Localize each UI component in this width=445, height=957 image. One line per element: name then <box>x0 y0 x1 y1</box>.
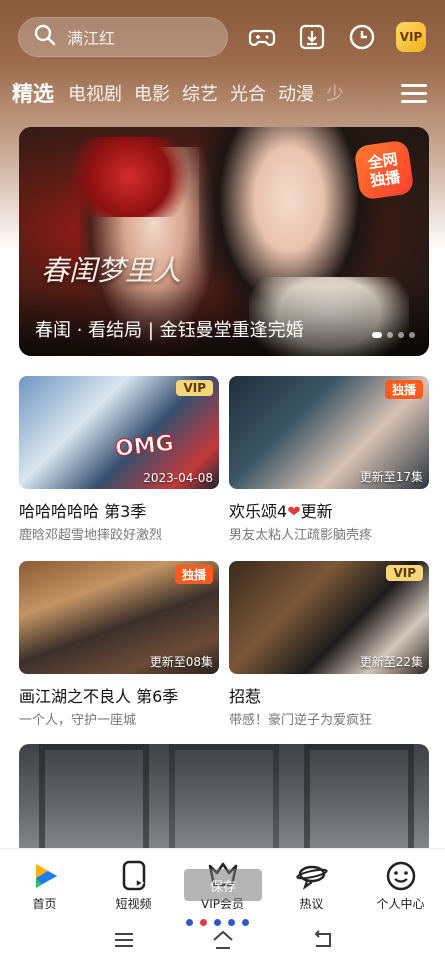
air-date: 2023-04-08 <box>143 471 213 485</box>
nav-short-video[interactable]: 短视频 <box>89 859 178 912</box>
download-icon[interactable] <box>296 21 328 53</box>
video-thumbnail: 独播 更新至17集 <box>229 376 429 489</box>
episode-status: 更新至22集 <box>359 655 423 669</box>
hero-caption: 春闺 · 看结局 | 金钰曼堂重逢完婚 <box>35 320 304 341</box>
short-video-icon <box>122 860 145 891</box>
hero-title-art: 春闺梦里人 <box>41 254 182 287</box>
tab-variety[interactable]: 综艺 <box>182 80 218 106</box>
hero-banner[interactable]: 春闺梦里人 全网 独播 春闺 · 看结局 | 金钰曼堂重逢完婚 <box>19 127 429 356</box>
video-card[interactable]: VIP 更新至22集 招惹 带感！豪门逆子为爱疯狂 <box>229 561 429 728</box>
video-card[interactable]: OMG VIP 2023-04-08 哈哈哈哈哈 第3季 鹿晗邓超雪地摔跤好激烈 <box>19 376 219 543</box>
vip-icon[interactable]: VIP <box>396 22 426 52</box>
nav-home[interactable]: 首页 <box>0 859 89 912</box>
tab-kids[interactable]: 少 <box>326 80 344 106</box>
search-placeholder: 满江红 <box>67 29 116 48</box>
top-bar: 满江红 VIP <box>18 17 431 57</box>
video-title: 哈哈哈哈哈 第3季 <box>19 502 147 521</box>
video-thumbnail: 独播 更新至08集 <box>19 561 219 674</box>
video-title: 欢乐颂4❤更新 <box>229 502 333 521</box>
video-subtitle: 鹿晗邓超雪地摔跤好激烈 <box>19 528 163 543</box>
video-subtitle: 一个人，守护一座城 <box>19 713 137 728</box>
category-tabs: 精选 电视剧 电影 综艺 光合 动漫 少 <box>12 76 392 110</box>
vip-tag: VIP <box>176 380 213 396</box>
tab-guanghe[interactable]: 光合 <box>230 80 266 106</box>
exclusive-badge: 全网 独播 <box>353 139 415 201</box>
video-card[interactable]: 独播 更新至17集 欢乐颂4❤更新 男友太粘人江疏影脑壳疼 <box>229 376 429 543</box>
nav-discussion[interactable]: 热议 <box>267 859 356 912</box>
tab-tv-series[interactable]: 电视剧 <box>68 80 122 106</box>
back-icon[interactable] <box>311 928 335 952</box>
heart-icon: ❤ <box>287 502 301 521</box>
search-input[interactable]: 满江红 <box>18 17 228 57</box>
video-title: 画江湖之不良人 第6季 <box>19 687 179 706</box>
video-subtitle: 男友太粘人江疏影脑壳疼 <box>229 528 373 543</box>
vip-tag: VIP <box>386 565 423 581</box>
home-icon[interactable] <box>211 928 235 952</box>
episode-status: 更新至17集 <box>359 470 423 484</box>
exclusive-tag: 独播 <box>174 565 213 584</box>
video-subtitle: 带感！豪门逆子为爱疯狂 <box>229 713 373 728</box>
video-card[interactable]: 独播 更新至08集 画江湖之不良人 第6季 一个人，守护一座城 <box>19 561 219 728</box>
video-thumbnail: VIP 更新至22集 <box>229 561 429 674</box>
menu-icon[interactable] <box>401 79 427 105</box>
carousel-indicator <box>367 332 415 338</box>
search-icon <box>33 23 57 51</box>
gamepad-icon[interactable] <box>246 21 278 53</box>
feed-video-thumbnail[interactable] <box>19 744 429 864</box>
page-indicator <box>186 919 256 926</box>
profile-icon <box>386 861 415 891</box>
episode-status: 更新至08集 <box>149 655 213 669</box>
menu-icon[interactable] <box>112 928 136 952</box>
history-icon[interactable] <box>346 21 378 53</box>
save-tooltip: 保存 <box>184 869 262 901</box>
video-thumbnail: OMG VIP 2023-04-08 <box>19 376 219 489</box>
nav-profile[interactable]: 个人中心 <box>356 859 445 912</box>
tab-featured[interactable]: 精选 <box>12 78 54 108</box>
system-navigation <box>0 928 445 952</box>
discussion-icon <box>295 865 328 890</box>
home-logo-icon <box>35 864 57 888</box>
tab-anime[interactable]: 动漫 <box>278 80 314 106</box>
tab-movies[interactable]: 电影 <box>134 80 170 106</box>
exclusive-tag: 独播 <box>384 380 423 399</box>
video-title: 招惹 <box>229 687 262 706</box>
